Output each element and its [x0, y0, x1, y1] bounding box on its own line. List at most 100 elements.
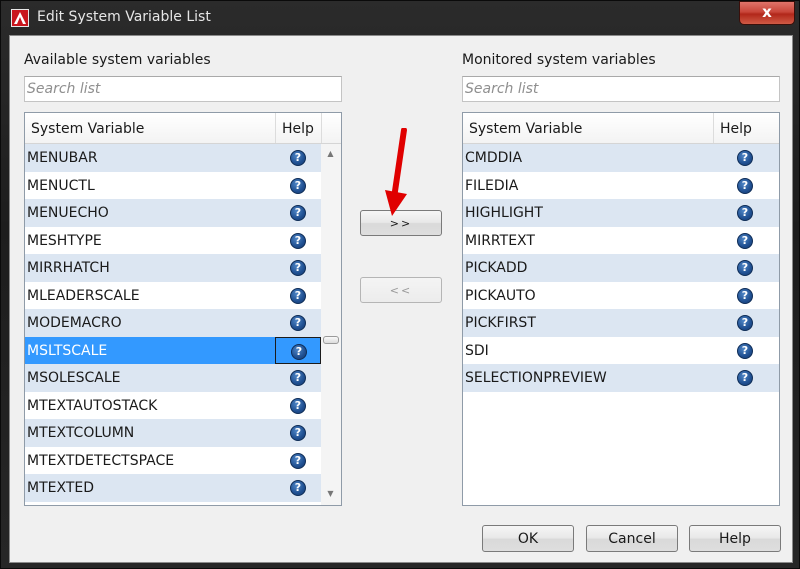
help-cell[interactable]: ?	[722, 144, 768, 172]
question-circle-icon[interactable]: ?	[290, 177, 306, 194]
scroll-thumb[interactable]	[323, 336, 339, 344]
monitored-search-input[interactable]	[462, 76, 780, 102]
column-header-help[interactable]: Help	[276, 113, 321, 143]
help-cell[interactable]: ?	[275, 172, 321, 200]
variable-name: PICKFIRST	[465, 315, 536, 331]
help-cell[interactable]: ?	[722, 337, 768, 365]
table-row[interactable]: MLEADERSCALE?	[25, 282, 321, 310]
question-circle-icon[interactable]: ?	[737, 287, 753, 304]
table-row[interactable]: MIRRTEXT?	[463, 227, 779, 255]
scroll-down-arrow-icon[interactable]: ▼	[322, 486, 339, 502]
help-button[interactable]: Help	[689, 525, 781, 552]
question-circle-icon[interactable]: ?	[290, 397, 306, 414]
help-cell[interactable]: ?	[275, 309, 321, 337]
question-circle-icon[interactable]: ?	[737, 370, 753, 386]
remove-variable-button[interactable]: <<	[360, 277, 442, 303]
variable-name: MSLTSCALE	[27, 342, 108, 359]
help-cell[interactable]: ?	[275, 474, 321, 502]
question-circle-icon[interactable]: ?	[290, 480, 306, 496]
help-cell[interactable]: ?	[275, 282, 321, 310]
help-cell[interactable]: ?	[722, 199, 768, 227]
question-circle-icon[interactable]: ?	[737, 342, 753, 359]
available-variables-label: Available system variables	[24, 52, 211, 68]
help-cell[interactable]: ?	[275, 392, 321, 420]
table-row[interactable]: HIGHLIGHT?	[463, 199, 779, 227]
table-row[interactable]: MTEXTCOLUMN?	[25, 419, 321, 447]
table-row[interactable]: FILEDIA?	[463, 172, 779, 200]
table-row[interactable]: CMDDIA?	[463, 144, 779, 172]
question-circle-icon[interactable]: ?	[737, 150, 753, 166]
help-cell[interactable]: ?	[722, 364, 768, 392]
table-row[interactable]: PICKADD?	[463, 254, 779, 282]
help-cell[interactable]: ?	[275, 227, 321, 255]
table-row[interactable]: MIRRHATCH?	[25, 254, 321, 282]
variable-name: SDI	[465, 342, 489, 359]
help-cell[interactable]: ?	[275, 419, 321, 447]
variable-name: MTEXTCOLUMN	[27, 425, 135, 441]
question-circle-icon[interactable]: ?	[737, 260, 753, 276]
available-search-input[interactable]	[24, 76, 342, 102]
monitored-variables-list[interactable]: System Variable Help CMDDIA? FILEDIA? HIGH…	[462, 112, 780, 506]
title-bar[interactable]: Edit System Variable List x	[1, 1, 800, 35]
question-circle-icon[interactable]: ?	[737, 232, 753, 249]
question-circle-icon[interactable]: ?	[290, 452, 306, 469]
autocad-logo-icon	[11, 9, 29, 27]
column-header-system-variable[interactable]: System Variable	[25, 113, 275, 143]
question-circle-icon[interactable]: ?	[290, 425, 306, 441]
column-header-help[interactable]: Help	[714, 113, 778, 143]
help-cell[interactable]: ?	[722, 282, 768, 310]
variable-name: MTEXTDETECTSPACE	[27, 452, 175, 469]
ok-button[interactable]: OK	[482, 525, 574, 552]
table-row[interactable]: MENUECHO?	[25, 199, 321, 227]
question-circle-icon[interactable]: ?	[290, 205, 306, 221]
question-circle-icon[interactable]: ?	[290, 260, 306, 276]
table-row[interactable]: MENUBAR?	[25, 144, 321, 172]
help-cell[interactable]: ?	[275, 336, 321, 364]
help-cell[interactable]: ?	[722, 172, 768, 200]
variable-name: MTEXTAUTOSTACK	[27, 397, 158, 414]
cancel-button[interactable]: Cancel	[586, 525, 678, 552]
vertical-scrollbar[interactable]: ▲ ▼	[321, 144, 341, 505]
question-circle-icon[interactable]: ?	[290, 370, 306, 386]
dialog-window: Edit System Variable List x Available sy…	[0, 0, 800, 569]
table-row[interactable]: MTEXTAUTOSTACK?	[25, 392, 321, 420]
question-circle-icon[interactable]: ?	[290, 232, 306, 249]
scroll-up-arrow-icon[interactable]: ▲	[322, 146, 339, 162]
variable-name: SELECTIONPREVIEW	[465, 370, 607, 386]
help-cell[interactable]: ?	[275, 199, 321, 227]
help-cell[interactable]: ?	[275, 364, 321, 392]
question-circle-icon[interactable]: ?	[290, 315, 306, 331]
question-circle-icon[interactable]: ?	[737, 205, 753, 221]
question-circle-icon[interactable]: ?	[291, 343, 307, 360]
table-row[interactable]: MTEXTED?	[25, 474, 321, 502]
help-cell[interactable]: ?	[722, 254, 768, 282]
question-circle-icon[interactable]: ?	[737, 177, 753, 194]
help-cell[interactable]: ?	[275, 144, 321, 172]
available-variables-list[interactable]: System Variable Help MENUBAR? MENUCTL? MEN…	[24, 112, 342, 506]
variable-name: MENUBAR	[27, 150, 98, 166]
table-row[interactable]: MTEXTDETECTSPACE?	[25, 447, 321, 475]
table-row[interactable]: MSLTSCALE?	[25, 336, 321, 364]
table-row[interactable]: PICKFIRST?	[463, 309, 779, 337]
table-row[interactable]: PICKAUTO?	[463, 282, 779, 310]
variable-name: MENUECHO	[27, 205, 109, 221]
table-row[interactable]: SDI?	[463, 337, 779, 365]
question-circle-icon[interactable]: ?	[737, 315, 753, 331]
variable-name: MLEADERSCALE	[27, 287, 140, 304]
close-button[interactable]: x	[739, 1, 795, 25]
table-row[interactable]: MENUCTL?	[25, 172, 321, 200]
variable-name: PICKADD	[465, 260, 528, 276]
help-cell[interactable]: ?	[275, 447, 321, 475]
question-circle-icon[interactable]: ?	[290, 150, 306, 166]
help-cell[interactable]: ?	[722, 227, 768, 255]
help-cell[interactable]: ?	[722, 309, 768, 337]
table-row[interactable]: MESHTYPE?	[25, 227, 321, 255]
help-cell[interactable]: ?	[275, 254, 321, 282]
table-row[interactable]: MODEMACRO?	[25, 309, 321, 337]
variable-name: MIRRHATCH	[27, 260, 110, 276]
dialog-body: Available system variables System Variab…	[9, 35, 793, 563]
table-row[interactable]: MSOLESCALE?	[25, 364, 321, 392]
table-row[interactable]: SELECTIONPREVIEW?	[463, 364, 779, 392]
column-header-system-variable[interactable]: System Variable	[463, 113, 713, 143]
question-circle-icon[interactable]: ?	[290, 287, 306, 304]
